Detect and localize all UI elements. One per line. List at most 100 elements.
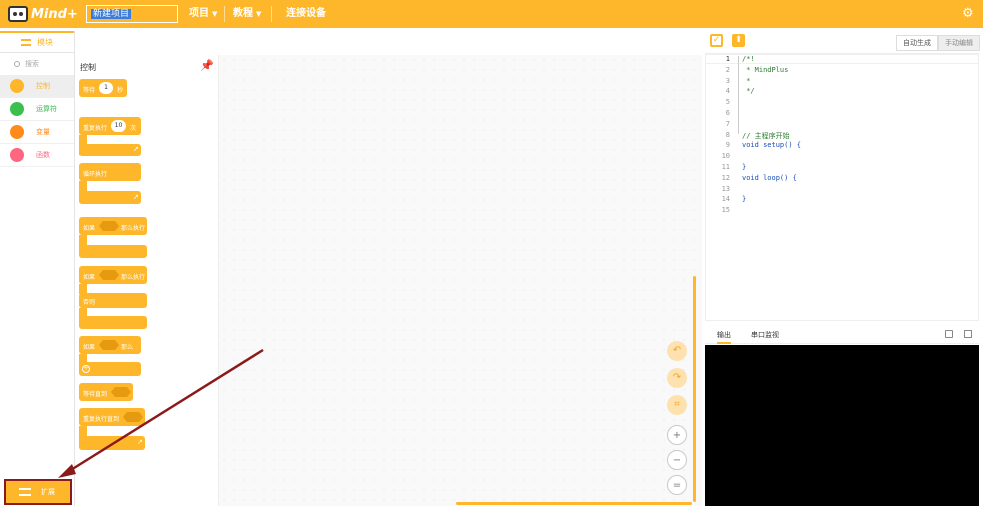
code-editor[interactable]: 1/*! 2 * MindPlus 3 * 4 */5 6 7 8// 主程序开始 9 void… bbox=[705, 53, 979, 321]
project-name-text: 新建项目 bbox=[91, 9, 132, 19]
code-line: 3 * bbox=[706, 77, 978, 88]
block-unit: 秒 bbox=[117, 87, 124, 94]
code-line: 8 // 主程序开始 bbox=[706, 131, 978, 142]
search-placeholder: 搜索 bbox=[25, 60, 39, 68]
block-wait-until[interactable]: 等待直到 bbox=[79, 383, 133, 401]
block-suffix: 那么执行 bbox=[121, 274, 146, 281]
tab-output[interactable]: 输出 bbox=[717, 330, 731, 344]
category-dot-icon bbox=[10, 125, 24, 139]
mode-auto-generate[interactable]: 自动生成 bbox=[896, 35, 938, 51]
code-text: } bbox=[742, 195, 747, 204]
line-number: 3 bbox=[725, 76, 730, 85]
category-dot-icon bbox=[10, 148, 24, 162]
code-text: // 主程序开始 bbox=[742, 131, 790, 140]
tab-modules[interactable]: 模块 bbox=[0, 31, 74, 53]
undo-icon[interactable]: ↶ bbox=[667, 341, 687, 361]
block-if-else-footer bbox=[79, 316, 147, 329]
line-number: 15 bbox=[721, 206, 730, 215]
block-number-input[interactable]: 1 bbox=[99, 82, 113, 94]
condition-slot[interactable] bbox=[99, 340, 119, 350]
category-operators[interactable]: 运算符 bbox=[0, 98, 74, 121]
block-repeat-until[interactable]: 重复执行直到 bbox=[79, 408, 145, 426]
block-palette: 控制 📌 等待 1 秒 重复执行 10 次 ↗ 循环执行 ↗ 如果 那么执行 如… bbox=[76, 55, 218, 506]
block-if-mutator-footer: + bbox=[79, 362, 141, 376]
block-workspace[interactable] bbox=[218, 55, 702, 506]
pin-icon[interactable]: 📌 bbox=[200, 59, 214, 72]
crop-icon[interactable]: ⌗ bbox=[667, 395, 687, 415]
mode-manual-edit[interactable]: 手动编辑 bbox=[938, 35, 980, 51]
line-number: 5 bbox=[725, 98, 730, 107]
upload-icon[interactable]: ⬆ bbox=[732, 34, 745, 47]
condition-slot[interactable] bbox=[99, 270, 119, 280]
line-number: 4 bbox=[725, 87, 730, 96]
category-label: 运算符 bbox=[36, 105, 57, 113]
code-line: 12 void loop() { bbox=[706, 174, 978, 185]
extension-highlight-box bbox=[4, 479, 72, 505]
category-panel: 模块 搜索 控制 运算符 变量 函数 扩展 bbox=[0, 31, 75, 506]
block-label: 循环执行 bbox=[83, 171, 108, 178]
block-label: 重复执行 bbox=[83, 125, 108, 132]
block-wait[interactable]: 等待 1 秒 bbox=[79, 79, 127, 97]
block-else-row: 否则 bbox=[79, 293, 147, 308]
mindplus-app: Mind+ 新建项目 项目 ▼ 教程 ▼ 连接设备 ⚙ 模块 搜索 控制 运算符 变… bbox=[0, 0, 983, 506]
loop-arrow-icon: ↗ bbox=[133, 193, 139, 201]
code-line: 6 bbox=[706, 109, 978, 120]
block-forever[interactable]: 循环执行 bbox=[79, 163, 141, 181]
block-repeat[interactable]: 重复执行 10 次 bbox=[79, 117, 141, 135]
block-if-mutator[interactable]: 如果 那么 bbox=[79, 336, 141, 354]
code-line: 11} bbox=[706, 163, 978, 174]
block-if-else[interactable]: 如果 那么执行 bbox=[79, 266, 147, 284]
line-number: 13 bbox=[721, 184, 730, 193]
menu-tutorial-label: 教程 bbox=[233, 8, 253, 19]
clear-icon[interactable] bbox=[964, 330, 972, 338]
line-number: 1 bbox=[725, 55, 730, 63]
code-text: * MindPlus bbox=[742, 65, 789, 74]
condition-slot[interactable] bbox=[99, 221, 119, 231]
condition-slot[interactable] bbox=[111, 387, 131, 397]
output-console[interactable] bbox=[705, 345, 979, 506]
code-line: 7 bbox=[706, 120, 978, 131]
category-control[interactable]: 控制 bbox=[0, 75, 74, 98]
redo-icon[interactable]: ↷ bbox=[667, 368, 687, 388]
code-line: 4 */ bbox=[706, 87, 978, 98]
category-label: 变量 bbox=[36, 128, 50, 136]
block-forever-footer: ↗ bbox=[79, 191, 141, 204]
workspace-vertical-scrollbar[interactable] bbox=[693, 276, 696, 502]
block-label: 等待 bbox=[83, 87, 96, 94]
menu-tutorial[interactable]: 教程 ▼ bbox=[233, 0, 261, 28]
category-functions[interactable]: 函数 bbox=[0, 144, 74, 167]
line-number: 7 bbox=[725, 119, 730, 128]
code-line: 15 bbox=[706, 206, 978, 217]
zoom-out-icon[interactable]: − bbox=[667, 450, 687, 470]
category-variables[interactable]: 变量 bbox=[0, 121, 74, 144]
line-number: 2 bbox=[725, 65, 730, 74]
condition-slot[interactable] bbox=[123, 412, 143, 422]
block-if-then[interactable]: 如果 那么执行 bbox=[79, 217, 147, 235]
block-unit: 次 bbox=[130, 125, 137, 132]
block-else-label: 否则 bbox=[83, 299, 96, 306]
block-number-input[interactable]: 10 bbox=[111, 120, 126, 132]
plus-circle-icon[interactable]: + bbox=[82, 365, 90, 373]
zoom-in-icon[interactable]: + bbox=[667, 425, 687, 445]
tab-serial-monitor[interactable]: 串口监视 bbox=[751, 330, 779, 340]
gear-icon[interactable]: ⚙ bbox=[962, 7, 975, 20]
menu-project[interactable]: 项目 ▼ bbox=[189, 0, 217, 28]
block-suffix: 那么 bbox=[121, 344, 134, 351]
zoom-reset-icon[interactable]: = bbox=[667, 475, 687, 495]
line-number: 11 bbox=[721, 163, 730, 171]
menu-connect-device[interactable]: 连接设备 bbox=[286, 0, 326, 28]
code-line: 5 bbox=[706, 98, 978, 109]
project-name-input[interactable]: 新建项目 bbox=[86, 5, 178, 23]
code-line: 1 /*! bbox=[706, 55, 978, 66]
line-number: 14 bbox=[721, 195, 730, 204]
workspace-horizontal-scrollbar[interactable] bbox=[456, 502, 692, 505]
line-number: 9 bbox=[725, 141, 730, 150]
code-line: 2 * MindPlus bbox=[706, 66, 978, 77]
lock-icon[interactable] bbox=[945, 330, 953, 338]
line-number: 8 bbox=[725, 130, 730, 139]
modules-icon bbox=[21, 39, 31, 46]
checkbox-icon[interactable]: ✓ bbox=[710, 34, 723, 47]
category-search[interactable]: 搜索 bbox=[0, 53, 74, 75]
loop-arrow-icon: ↗ bbox=[137, 438, 143, 446]
block-label: 重复执行直到 bbox=[83, 416, 120, 423]
